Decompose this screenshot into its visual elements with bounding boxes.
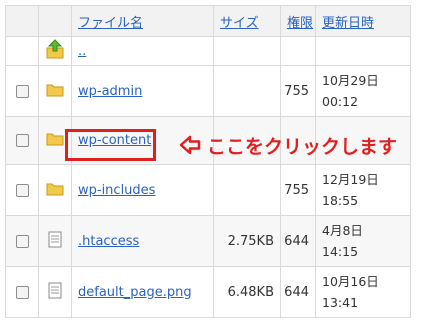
file-link[interactable]: wp-admin	[72, 84, 142, 99]
header-size[interactable]: サイズ	[213, 5, 281, 37]
file-icon	[48, 231, 62, 247]
file-link[interactable]: .htaccess	[72, 234, 139, 249]
parent-dir-icon[interactable]	[38, 36, 72, 66]
header-date[interactable]: 更新日時	[315, 5, 411, 37]
table-header-row: ファイル名 サイズ 権限 更新日時	[5, 5, 411, 37]
row-checkbox[interactable]	[15, 84, 29, 98]
sort-by-size-link[interactable]: サイズ	[214, 16, 259, 31]
table-row[interactable]: default_page.png 6.48KB 644 10月16日 13:41	[5, 266, 411, 318]
row-checkbox[interactable]	[15, 285, 29, 299]
file-icon	[48, 282, 62, 298]
header-checkbox-cell	[5, 5, 39, 37]
file-link[interactable]: default_page.png	[72, 285, 192, 300]
sort-by-perm-link[interactable]: 権限	[281, 16, 313, 31]
sort-by-name-link[interactable]: ファイル名	[72, 16, 143, 31]
file-link[interactable]: wp-includes	[72, 183, 155, 198]
parent-dir-link[interactable]: ..	[72, 44, 86, 59]
callout: ここをクリックします	[179, 131, 397, 159]
sort-by-date-link[interactable]: 更新日時	[316, 16, 374, 31]
header-perm[interactable]: 権限	[280, 5, 316, 37]
table-row[interactable]: wp-includes 755 12月19日 18:55	[5, 164, 411, 216]
row-checkbox[interactable]	[15, 183, 29, 197]
header-icon-cell	[38, 5, 72, 37]
row-checkbox[interactable]	[15, 234, 29, 248]
file-table: ファイル名 サイズ 権限 更新日時 .. wp-admin 755 10月29日…	[5, 5, 411, 318]
parent-dir-row[interactable]: ..	[5, 36, 411, 66]
row-checkbox[interactable]	[15, 134, 29, 147]
header-name[interactable]: ファイル名	[71, 5, 214, 37]
highlight-box	[65, 129, 156, 161]
arrow-left-icon	[179, 135, 201, 155]
folder-icon	[46, 84, 64, 96]
table-row[interactable]: .htaccess 2.75KB 644 4月8日 14:15	[5, 215, 411, 267]
callout-text: ここをクリックします	[207, 135, 398, 158]
folder-icon	[46, 133, 64, 146]
folder-icon	[46, 183, 64, 195]
table-row[interactable]: wp-admin 755 10月29日 00:12	[5, 65, 411, 117]
